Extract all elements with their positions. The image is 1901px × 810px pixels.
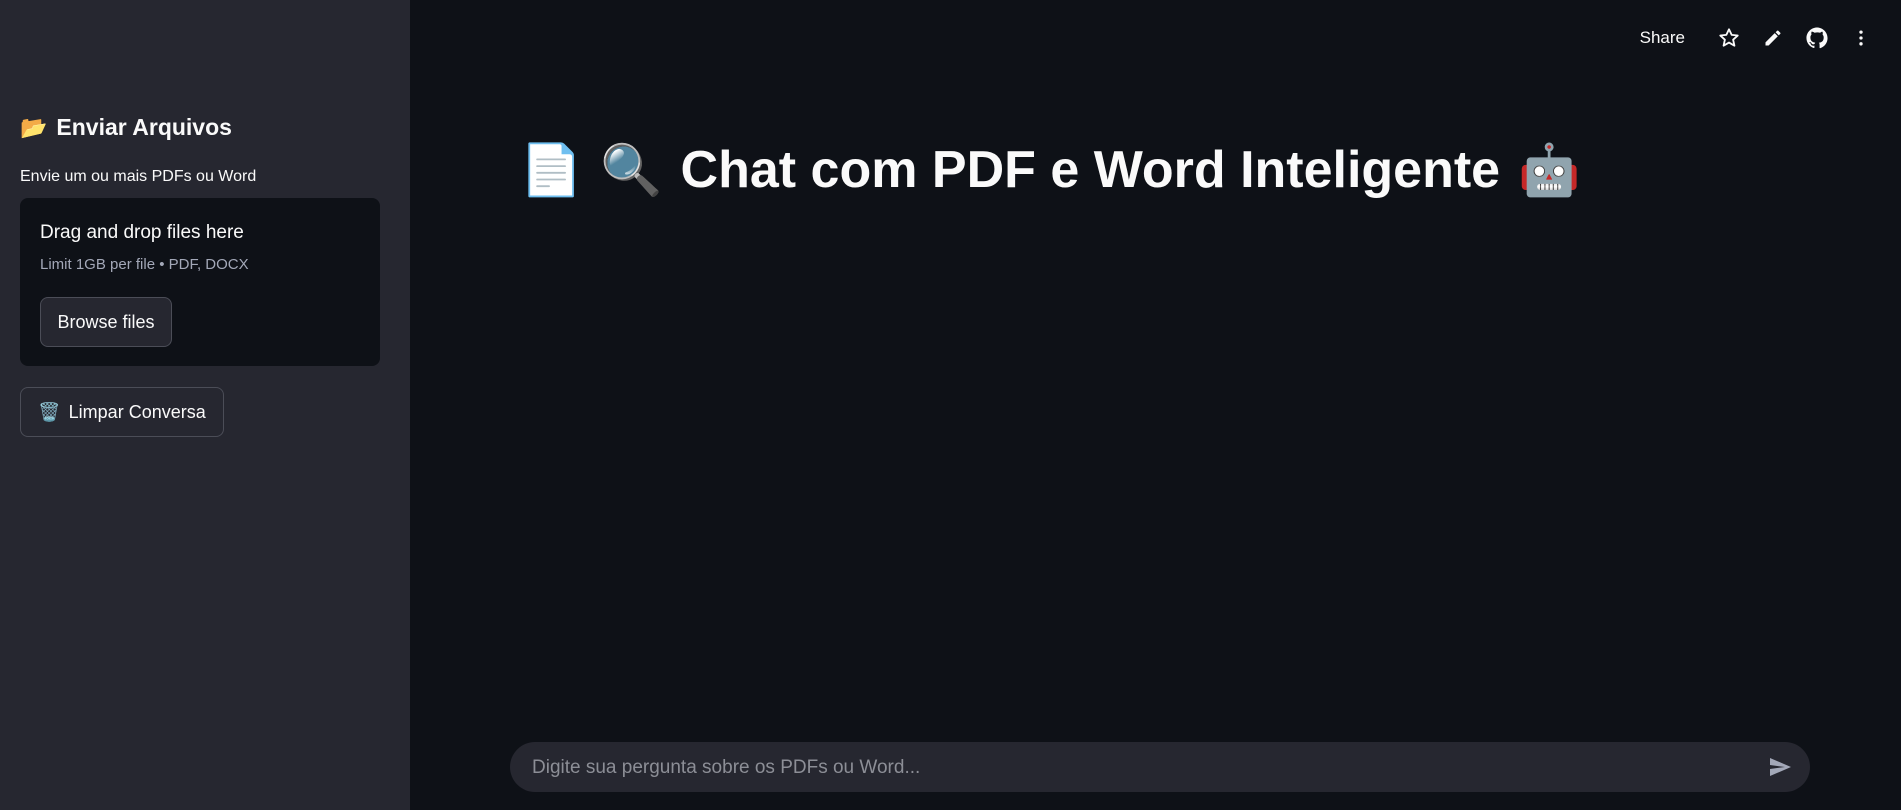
sidebar-title: 📂 Enviar Arquivos: [20, 114, 232, 141]
star-icon[interactable]: [1707, 22, 1751, 54]
header-toolbar: Share: [1640, 22, 1883, 54]
robot-icon: 🤖: [1518, 142, 1581, 198]
share-button[interactable]: Share: [1640, 28, 1685, 48]
document-icon: 📄: [520, 142, 583, 198]
send-icon[interactable]: [1768, 755, 1792, 779]
magnifier-icon: 🔍: [600, 142, 663, 198]
browse-files-button[interactable]: Browse files: [40, 297, 172, 347]
file-dropzone[interactable]: Drag and drop files here Limit 1GB per f…: [20, 198, 380, 366]
clear-conversation-label: Limpar Conversa: [68, 401, 206, 422]
chat-input[interactable]: [530, 742, 1754, 794]
dropzone-limits: Limit 1GB per file • PDF, DOCX: [40, 256, 249, 273]
app-root: 📂 Enviar Arquivos Envie um ou mais PDFs …: [0, 0, 1901, 810]
page-title-text: Chat com PDF e Word Inteligente: [680, 141, 1501, 199]
uploader-label: Envie um ou mais PDFs ou Word: [20, 168, 257, 185]
github-icon[interactable]: [1795, 22, 1839, 54]
more-vertical-icon[interactable]: [1839, 22, 1883, 54]
page-title: 📄 🔍 Chat com PDF e Word Inteligente 🤖: [520, 140, 1580, 200]
clear-conversation-button[interactable]: 🗑️ Limpar Conversa: [20, 387, 224, 437]
trash-icon: 🗑️: [38, 401, 61, 422]
folder-icon: 📂: [20, 114, 48, 140]
chat-input-container: [510, 742, 1810, 794]
sidebar: 📂 Enviar Arquivos Envie um ou mais PDFs …: [0, 0, 410, 810]
pencil-icon[interactable]: [1751, 22, 1795, 54]
sidebar-title-text: Enviar Arquivos: [56, 114, 232, 140]
dropzone-title: Drag and drop files here: [40, 222, 244, 243]
